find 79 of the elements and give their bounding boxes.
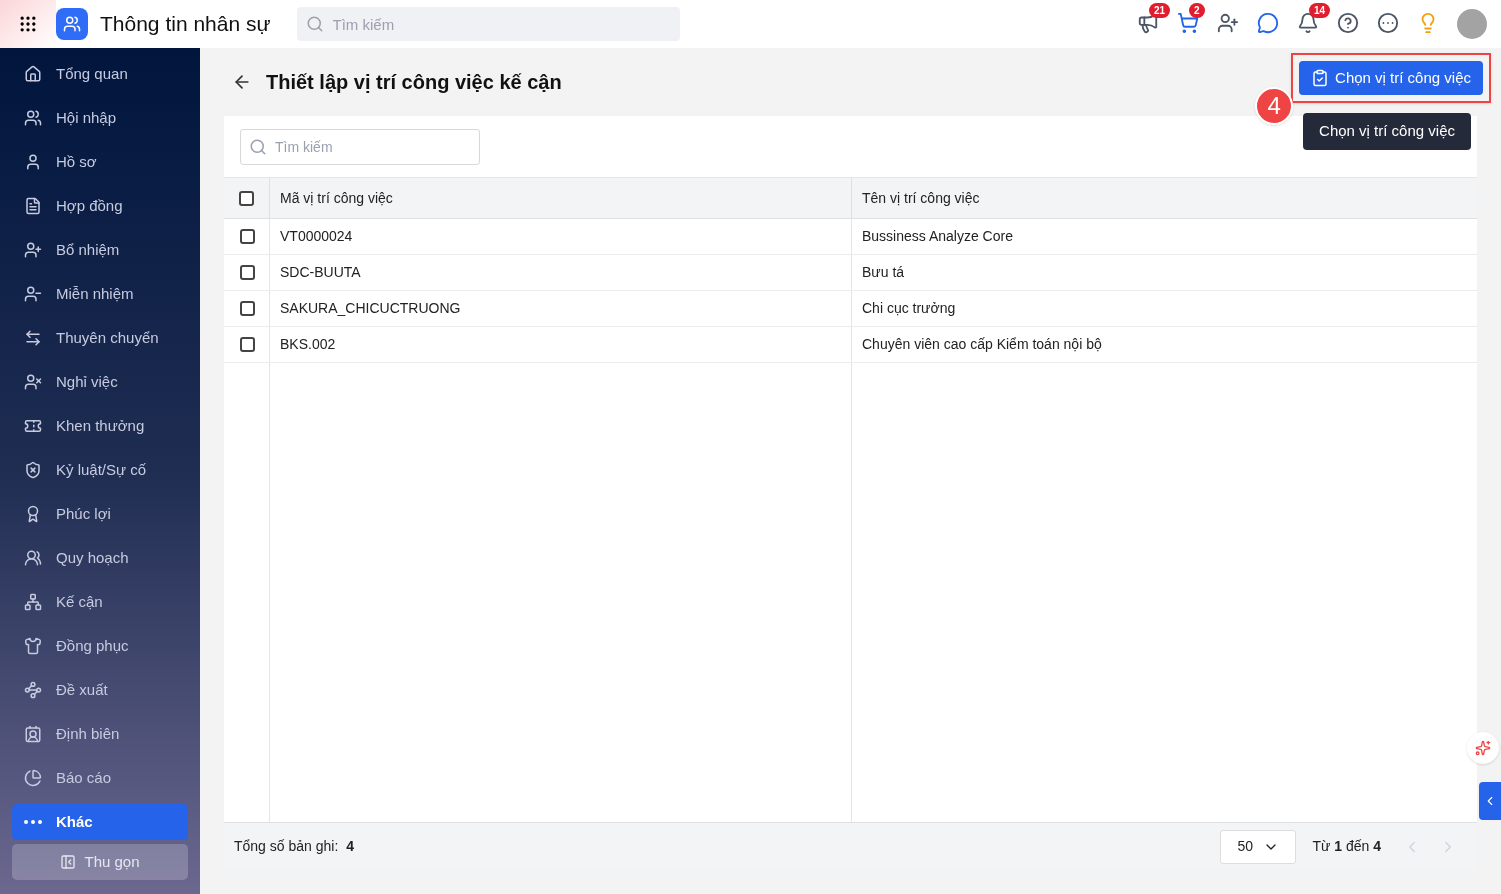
app-logo-icon <box>56 8 88 40</box>
apps-menu-icon[interactable] <box>18 14 38 34</box>
more-icon[interactable] <box>1377 12 1399 34</box>
total-label: Tổng số bản ghi: <box>234 837 339 856</box>
cart-icon[interactable] <box>1177 12 1199 34</box>
column-header: Mã vị trí công việc <box>270 178 852 218</box>
contact-icon <box>24 725 42 743</box>
people-icon <box>24 109 42 127</box>
page-range: Từ 1 đến 4 <box>1312 837 1381 856</box>
count-badge: 14 <box>1309 3 1331 18</box>
app-title: Thông tin nhân sự <box>100 11 271 38</box>
search-icon <box>249 137 267 156</box>
checkbox[interactable] <box>239 337 255 352</box>
tooltip: Chọn vị trí công việc <box>1303 113 1471 150</box>
sidebar-item[interactable]: Đề xuất <box>12 672 188 708</box>
checkbox[interactable] <box>239 265 255 280</box>
table-cell-text: VT0000024 <box>279 227 354 246</box>
sparkle-icon <box>1475 740 1491 756</box>
sidebar-item[interactable]: Quy hoạch <box>12 540 188 576</box>
table-cell-text: SAKURA_CHICUCTRUONG <box>279 299 462 318</box>
sidebar-item[interactable]: Nghỉ việc <box>12 364 188 400</box>
table-cell-text: Bussiness Analyze Core <box>861 227 1014 246</box>
pie-chart-icon <box>24 769 42 787</box>
sidebar-item[interactable]: Hồ sơ <box>12 144 188 180</box>
shirt-icon <box>24 637 42 655</box>
checkbox[interactable] <box>239 301 255 316</box>
remove-user-icon <box>24 285 42 303</box>
table-cell-text: Chi cục trưởng <box>861 299 957 318</box>
side-panel-toggle[interactable] <box>1479 782 1501 820</box>
sidebar-item[interactable]: Kế cận <box>12 584 188 620</box>
sidebar-item[interactable]: Phúc lợi <box>12 496 188 532</box>
step-marker: 4 <box>1255 87 1294 125</box>
sidebar-item[interactable]: Báo cáo <box>12 760 188 796</box>
route-icon <box>24 681 42 699</box>
add-user-icon[interactable] <box>1217 12 1239 34</box>
chat-icon[interactable] <box>1257 12 1279 34</box>
page-size-select[interactable]: 50 <box>1220 829 1297 864</box>
search-icon <box>305 15 324 33</box>
hierarchy-icon <box>24 593 42 611</box>
help-icon[interactable] <box>1337 12 1359 34</box>
count-badge: 21 <box>1149 3 1171 18</box>
panel-icon <box>60 854 77 870</box>
table-cell-text: SDC-BUUTA <box>279 263 362 282</box>
sidebar-item[interactable]: Khác <box>12 804 188 840</box>
total-count: 4 <box>346 837 355 856</box>
sidebar-item[interactable]: Bổ nhiệm <box>12 232 188 268</box>
sidebar-item[interactable]: Thuyên chuyển <box>12 320 188 356</box>
sidebar-item[interactable]: Kỷ luật/Sự cố <box>12 452 188 488</box>
sidebar-item[interactable]: Tổng quan <box>12 56 188 92</box>
assistant-button[interactable] <box>1467 732 1499 764</box>
table-cell-text: BKS.002 <box>279 335 337 354</box>
sidebar-item[interactable]: Khen thưởng <box>12 408 188 444</box>
sidebar-item[interactable]: Đồng phục <box>12 628 188 664</box>
sidebar-item[interactable]: Định biên <box>12 716 188 752</box>
home-icon <box>24 65 42 83</box>
checkbox[interactable] <box>239 229 255 244</box>
page-title: Thiết lập vị trí công việc kế cận <box>266 70 562 95</box>
checkbox[interactable] <box>239 190 254 206</box>
count-badge: 2 <box>1189 3 1205 18</box>
table-search-field[interactable]: Tìm kiếm <box>240 128 480 165</box>
sidebar-item[interactable]: Hợp đồng <box>12 188 188 224</box>
user-icon <box>24 153 42 171</box>
sidebar-item[interactable]: Hội nhập <box>12 100 188 136</box>
shield-icon <box>24 461 42 479</box>
choose-position-button[interactable]: Chọn vị trí công việc <box>1299 61 1483 95</box>
sidebar-item[interactable]: Miễn nhiệm <box>12 276 188 312</box>
notification-icon[interactable] <box>1297 12 1319 34</box>
swap-icon <box>24 329 42 347</box>
user-x-icon <box>24 373 42 391</box>
document-icon <box>24 197 42 215</box>
column-header: Tên vị trí công việc <box>861 188 981 208</box>
more-icon <box>24 820 42 824</box>
add-user-icon <box>24 241 42 259</box>
users-icon <box>24 549 42 567</box>
search-field[interactable]: Tìm kiếm <box>296 7 680 41</box>
table-cell-text: Chuyên viên cao cấp Kiểm toán nội bộ <box>861 335 1103 354</box>
ticket-icon <box>24 417 42 435</box>
table-cell-text: Bưu tá <box>861 263 906 282</box>
checklist-icon <box>1311 69 1330 87</box>
